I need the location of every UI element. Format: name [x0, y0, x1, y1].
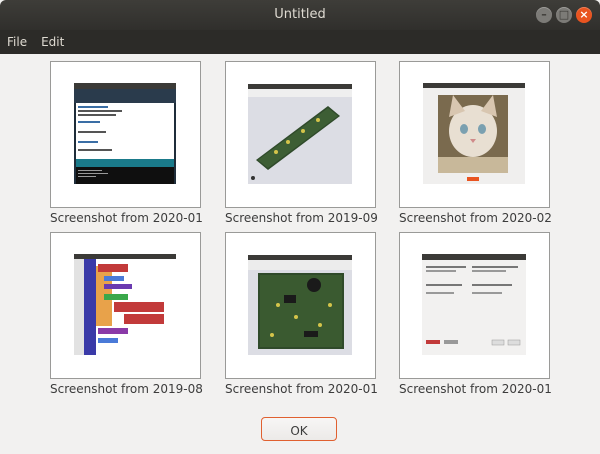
thumbnail-image [422, 254, 526, 355]
thumbnail-grid: Screenshot from 2020-01-3 Screenshot fro… [50, 61, 552, 406]
menu-bar: File Edit [0, 30, 600, 54]
thumbnail-label: Screenshot from 2019-08-2 [50, 382, 203, 396]
thumbnail-image [248, 255, 352, 355]
thumbnail-label: Screenshot from 2020-01-0 [225, 382, 378, 396]
thumbnail-image [248, 84, 352, 184]
thumbnail-label: Screenshot from 2020-01-1 [399, 382, 552, 396]
thumbnail-label: Screenshot from 2019-09-0 [225, 211, 378, 225]
menu-file[interactable]: File [0, 30, 34, 54]
window-controls: – □ × [536, 7, 592, 23]
thumbnail-frame[interactable] [399, 232, 550, 379]
thumbnail-label: Screenshot from 2020-02-1 [399, 211, 552, 225]
thumbnail-frame[interactable] [225, 232, 376, 379]
thumbnail-label: Screenshot from 2020-01-3 [50, 211, 203, 225]
thumbnail-image [74, 83, 176, 184]
close-button[interactable]: × [576, 7, 592, 23]
window-title: Untitled [274, 7, 326, 22]
title-bar[interactable]: Untitled – □ × [0, 0, 600, 30]
thumbnail-image [423, 83, 525, 184]
thumbnail-frame[interactable] [225, 61, 376, 208]
ok-button[interactable]: OK [261, 417, 337, 441]
thumbnail-frame[interactable] [50, 232, 201, 379]
thumbnail-image [74, 254, 176, 355]
image-picker-window: Untitled – □ × File Edit Screenshot from… [0, 0, 600, 454]
menu-edit[interactable]: Edit [34, 30, 71, 54]
minimize-button[interactable]: – [536, 7, 552, 23]
maximize-button[interactable]: □ [556, 7, 572, 23]
thumbnail-frame[interactable] [399, 61, 550, 208]
thumbnail-frame[interactable] [50, 61, 201, 208]
